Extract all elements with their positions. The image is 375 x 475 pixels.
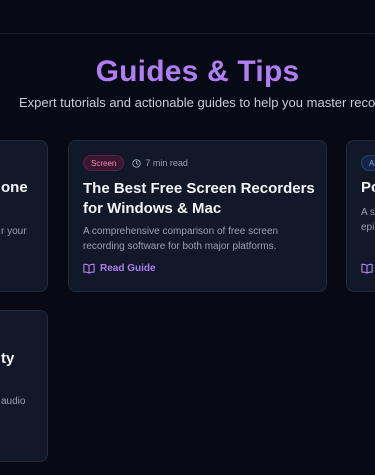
guide-card-screen-recorders[interactable]: Screen 7 min read The Best Free Screen R… xyxy=(68,140,327,292)
guide-card-title: Po xyxy=(361,179,375,196)
guides-page: Guides & Tips Expert tutorials and actio… xyxy=(0,0,375,475)
page-title: Guides & Tips xyxy=(95,55,300,88)
guide-card-description: audio xyxy=(1,396,26,407)
guide-card-left-top[interactable]: one r your xyxy=(0,140,48,292)
book-open-icon xyxy=(83,263,95,274)
clock-icon xyxy=(132,158,142,168)
guide-card-title: The Best Free Screen Recorders for Windo… xyxy=(83,180,315,217)
guide-card-meta: Screen 7 min read xyxy=(83,155,188,171)
description-line: epis xyxy=(361,222,375,233)
guide-card-description: A comprehensive comparison of free scree… xyxy=(83,226,279,252)
guide-card-description: r your xyxy=(1,226,27,237)
read-time-label: 7 min read xyxy=(145,158,188,168)
guide-card-description: A s epis xyxy=(361,205,375,235)
guide-card-meta: Au xyxy=(361,155,375,171)
header-divider xyxy=(0,33,375,34)
read-guide-label: Read Guide xyxy=(100,263,156,274)
guide-card-title: ty xyxy=(1,350,15,367)
guide-card-left-bottom[interactable]: ty audio xyxy=(0,310,48,462)
category-badge: Au xyxy=(361,155,375,171)
book-open-icon xyxy=(361,263,373,274)
description-line: A s xyxy=(361,207,375,218)
read-guide-link[interactable]: Read Guide xyxy=(83,263,156,274)
category-badge: Screen xyxy=(83,155,125,171)
read-guide-link[interactable] xyxy=(361,263,373,274)
guide-card-title: one xyxy=(1,179,28,196)
read-time: 7 min read xyxy=(132,158,188,168)
guide-card-right[interactable]: Au Po A s epis xyxy=(346,140,375,292)
page-subtitle: Expert tutorials and actionable guides t… xyxy=(19,95,375,110)
